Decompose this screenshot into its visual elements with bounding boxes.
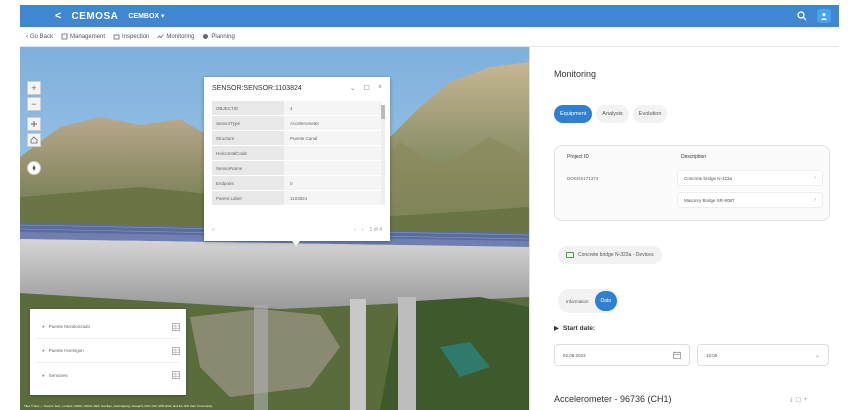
popup-title: SENSOR:SENSOR:1103824 [212, 84, 302, 92]
attribute-row: SensorType Accelerometer [212, 116, 382, 130]
sensor-popup: SENSOR:SENSOR:1103824 ⌄ ☐ × OBJECTID 4 Se… [204, 77, 390, 241]
start-time-select[interactable]: 10:00 ⌄ [697, 344, 829, 366]
monitoring-panel: Monitoring Equipment Analysis Evolution … [529, 47, 839, 410]
zoom-in-button[interactable]: + [27, 81, 41, 95]
table-icon[interactable] [172, 371, 180, 379]
nav-label: Go Back [30, 33, 54, 40]
tab-evolution[interactable]: Evolution [632, 105, 668, 123]
project-id-cell[interactable]: DOSOS171374 [567, 176, 598, 181]
monitoring-icon [157, 34, 165, 39]
tab-analysis[interactable]: Analysis [596, 105, 629, 123]
home-button[interactable] [27, 133, 41, 147]
sensor-chart-title: Accelerometer - 96736 (CH1) [554, 394, 672, 404]
attribute-row: Structure Puente Canal [212, 131, 382, 145]
main-nav: ‹ Go Back Management Inspection Monitori… [20, 27, 839, 47]
description-row[interactable]: Masonry Bridge SR-9087 › [677, 192, 823, 208]
feature-pager: 1 of 4 [369, 227, 382, 233]
inspection-icon [113, 34, 120, 40]
tab-information[interactable]: Information [560, 291, 595, 311]
nav-planning[interactable]: Planning [202, 33, 235, 40]
download-icon[interactable]: ⤓ [790, 397, 793, 404]
close-icon[interactable]: × [378, 84, 382, 92]
nav-go-back[interactable]: ‹ Go Back [26, 34, 53, 40]
column-header: Description [681, 154, 707, 160]
popup-scrollbar[interactable] [381, 105, 385, 205]
play-icon: ▶ [554, 325, 559, 332]
table-icon[interactable] [172, 322, 180, 331]
planning-icon [203, 34, 209, 39]
equipment-table: Project ID Description DOSOS171374 Concr… [554, 145, 830, 221]
attribute-row: Endpoint 0 [212, 176, 382, 190]
nav-management[interactable]: Management [61, 33, 105, 40]
panel-title: Monitoring [554, 69, 597, 79]
chevron-down-icon: ⌄ [814, 352, 820, 359]
back-arrow-icon: ‹ [26, 33, 28, 40]
nav-label: Planning [211, 33, 235, 40]
popup-attribute-table: OBJECTID 4 SensorType Accelerometer Struct… [204, 99, 390, 208]
popup-pointer [292, 241, 300, 246]
chevron-right-icon: › [814, 197, 816, 203]
chart-controls: ⤓ ☐ + [790, 397, 808, 404]
attribute-row: OBJECTID 4 [212, 101, 382, 115]
device-subtabs: Information Data [558, 289, 620, 313]
management-icon [61, 33, 68, 40]
layer-item[interactable]: ● Puente Monitorizado [36, 315, 180, 339]
map-3d-viewport[interactable]: + − SENSOR:SENSOR:1103824 ⌄ ☐ × OBJECTID… [20, 47, 529, 410]
layer-item[interactable]: ● Sensores [36, 363, 180, 387]
prev-feature-icon[interactable]: ‹ [354, 227, 356, 233]
map-attribution: Tiles © Esri — Source: Esri, i-cubed, US… [24, 404, 213, 408]
nav-label: Inspection [122, 33, 150, 40]
expand-icon[interactable]: ☐ [796, 397, 801, 404]
nav-inspection[interactable]: Inspection [113, 33, 149, 40]
table-icon[interactable] [172, 346, 180, 355]
dock-icon[interactable]: ☐ [364, 84, 370, 92]
attribute-row: SensorName [212, 161, 382, 175]
layer-item[interactable]: ● Puente Hormigon [36, 339, 180, 363]
start-date-field[interactable]: 02.08.2023 [554, 344, 690, 366]
attribute-row: Parent Label 1103824 [212, 191, 382, 205]
chevron-right-icon: › [814, 175, 816, 181]
add-icon[interactable]: + [804, 397, 808, 404]
calendar-icon[interactable] [673, 351, 681, 359]
tab-data[interactable]: Data [594, 291, 618, 311]
devices-chip[interactable]: Concrete bridge N-323a - Devices [558, 246, 662, 264]
rotate-button[interactable] [27, 117, 41, 131]
compass-button[interactable] [27, 161, 41, 175]
monitoring-tabs: Equipment Analysis Evolution [554, 105, 668, 123]
app-header: < CEMOSA CEMBOX ▾ [20, 5, 839, 27]
device-icon [566, 252, 574, 258]
layer-list: ● Puente Monitorizado ● Puente Hormigon ● S… [30, 309, 186, 395]
map-toolbar: + − [27, 81, 41, 175]
attribute-row: HorizontalCode [212, 146, 382, 160]
zoom-out-button[interactable]: − [27, 97, 41, 111]
description-row[interactable]: Concrete bridge N-323a › [677, 170, 823, 186]
product-switcher[interactable]: CEMBOX ▾ [128, 12, 164, 20]
tab-equipment[interactable]: Equipment [554, 105, 593, 123]
column-header: Project ID [567, 154, 589, 160]
brand-logo: CEMOSA [71, 10, 119, 22]
zoom-to-icon[interactable]: ⌕ [212, 227, 215, 233]
next-feature-icon[interactable]: › [362, 227, 364, 233]
nav-label: Monitoring [166, 33, 195, 40]
search-icon[interactable] [797, 11, 807, 21]
collapse-icon[interactable]: ⌄ [350, 84, 356, 92]
nav-monitoring[interactable]: Monitoring [157, 33, 194, 40]
user-avatar-icon[interactable] [817, 9, 831, 23]
back-button[interactable]: < [55, 10, 61, 22]
start-date-label: ▶ Start date: [554, 324, 596, 333]
nav-label: Management [70, 33, 106, 40]
